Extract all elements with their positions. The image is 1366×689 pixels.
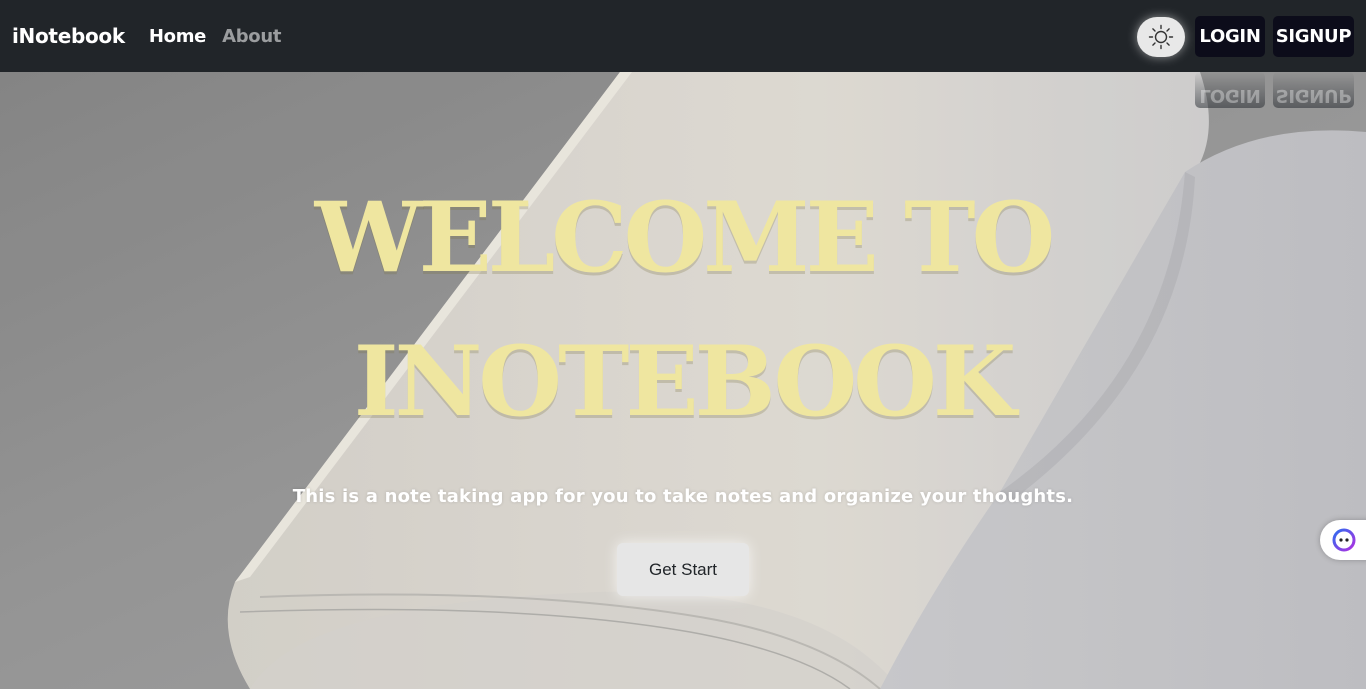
theme-toggle-button[interactable] (1137, 16, 1185, 57)
nav-link-home[interactable]: Home (149, 26, 207, 47)
button-reflections: LOGIN SIGNUP (1195, 72, 1354, 108)
nav-link-about[interactable]: About (222, 26, 281, 47)
hero-headline-line2: INOTEBOOK (353, 325, 1017, 438)
nav-links: Home About (149, 26, 282, 47)
signup-reflection: SIGNUP (1273, 72, 1354, 108)
hero-section: LOGIN SIGNUP WELCOME TO INOTEBOOK This i… (0, 72, 1366, 689)
get-start-button[interactable]: Get Start (617, 543, 749, 596)
navbar: iNotebook Home About LOGIN SIGNUP (0, 0, 1366, 72)
sun-icon (1148, 24, 1174, 49)
signup-button[interactable]: SIGNUP (1273, 16, 1354, 57)
hero-headline-line1: WELCOME TO (314, 181, 1055, 294)
login-reflection: LOGIN (1195, 72, 1265, 108)
assistant-face-icon (1332, 528, 1356, 552)
brand-logo[interactable]: iNotebook (12, 24, 125, 48)
assistant-widget-button[interactable] (1320, 520, 1366, 560)
nav-actions: LOGIN SIGNUP (1137, 16, 1354, 57)
login-button[interactable]: LOGIN (1195, 16, 1265, 57)
hero-tagline: This is a note taking app for you to tak… (292, 486, 1074, 507)
